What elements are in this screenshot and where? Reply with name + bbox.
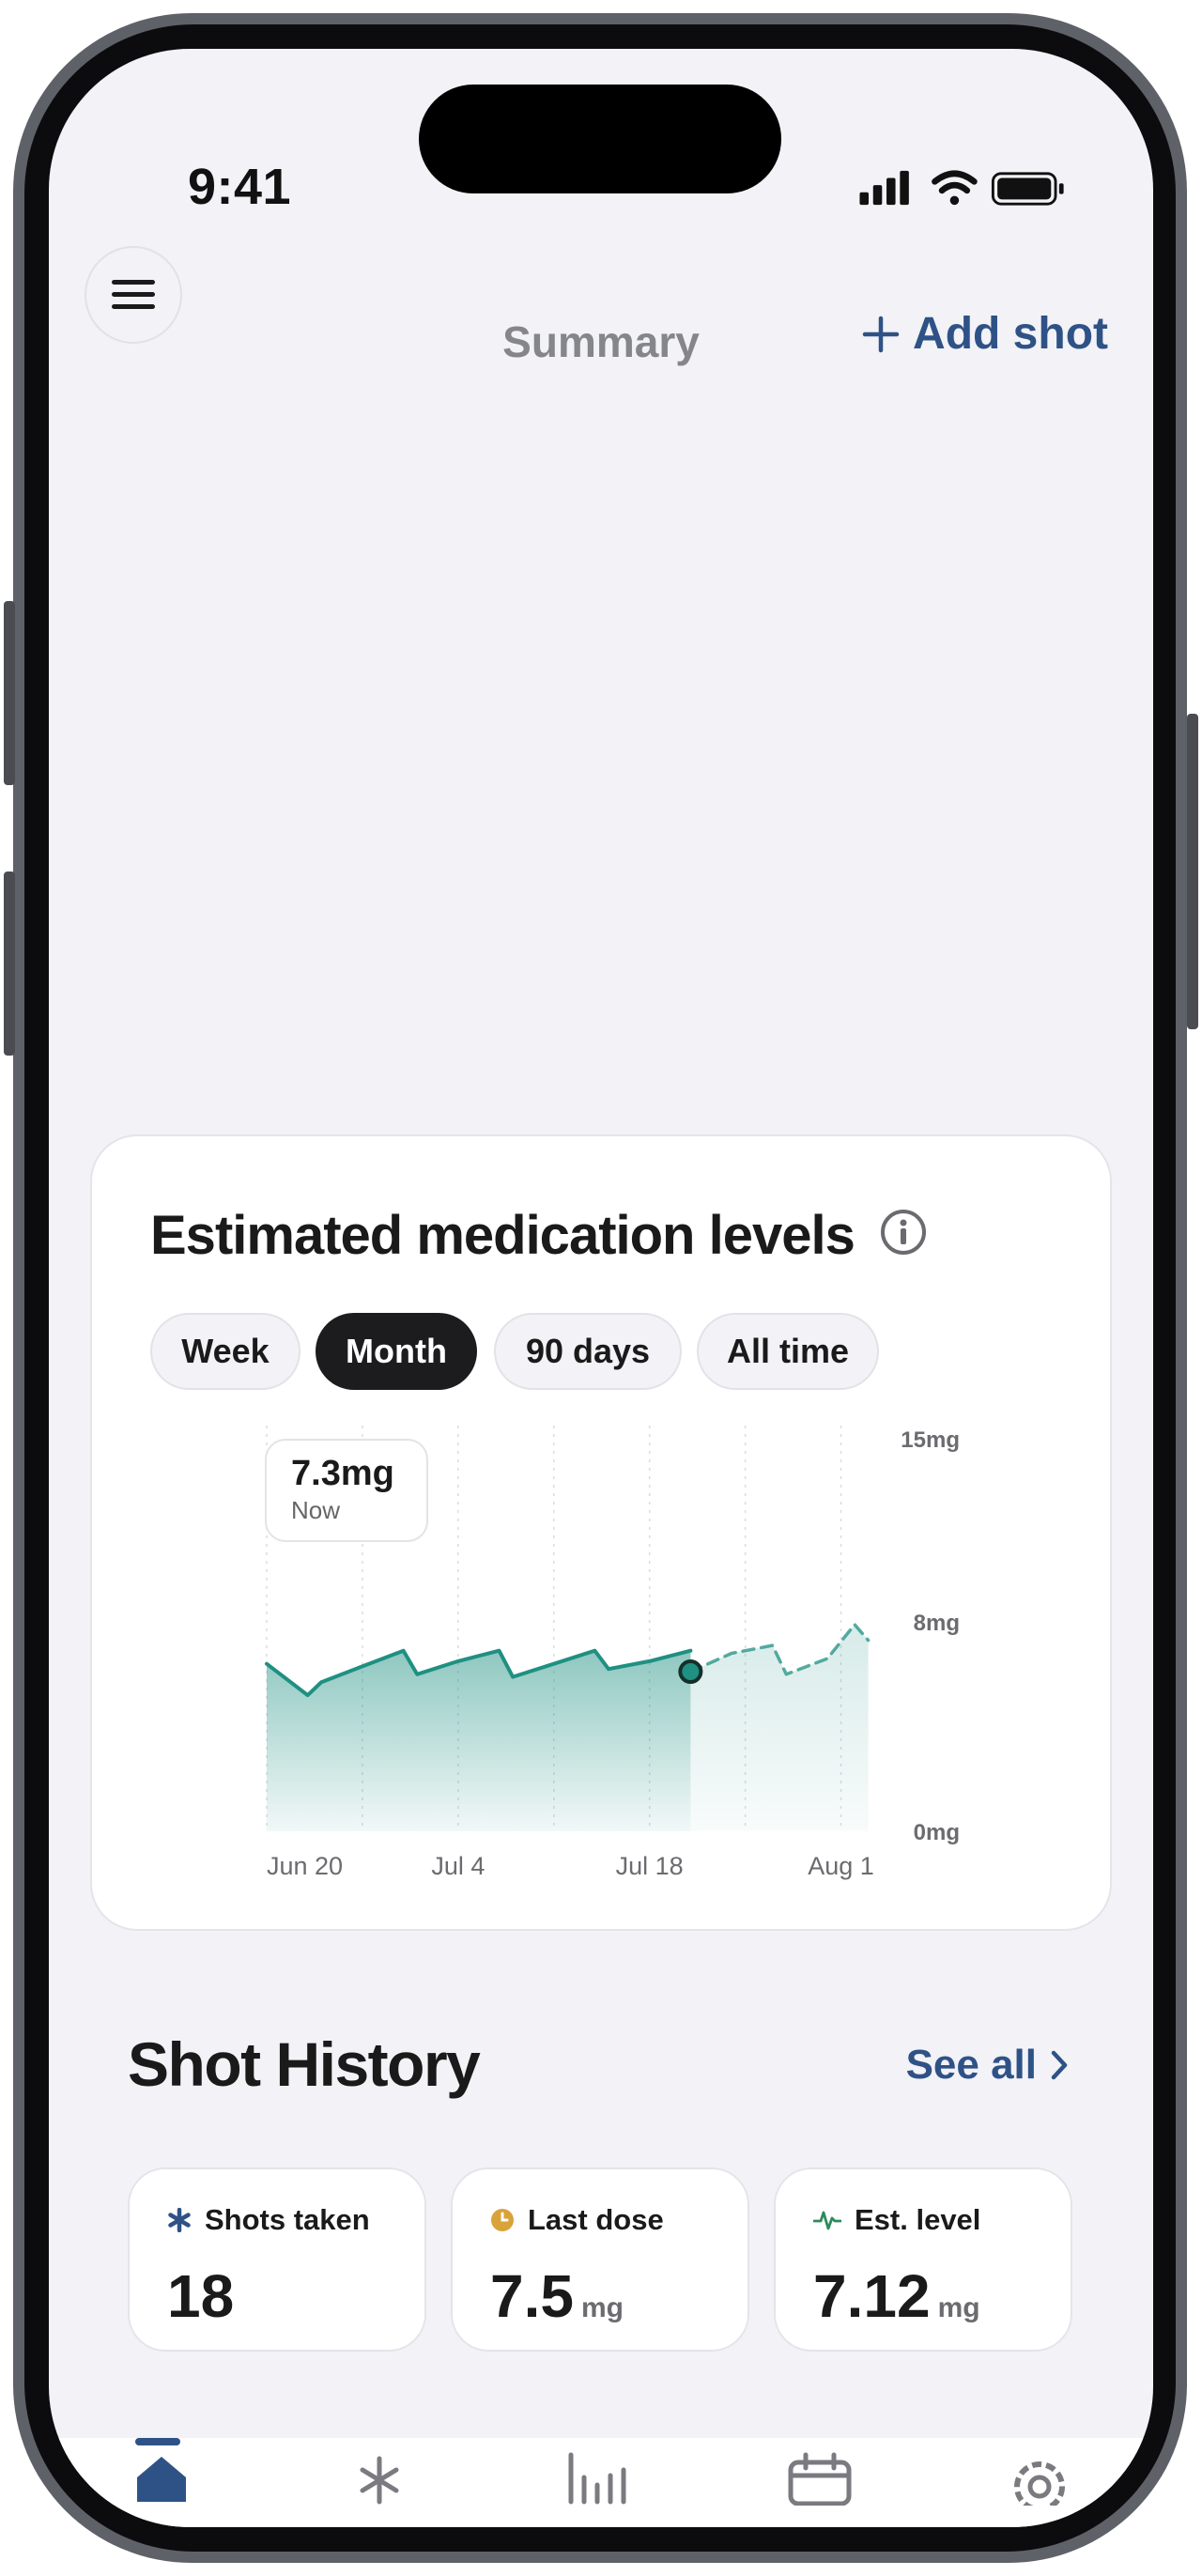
tab-home[interactable] — [133, 2449, 190, 2506]
x-tick-label: Aug 1 — [808, 1852, 874, 1880]
pulse-icon — [813, 2211, 841, 2230]
cellular-signal-icon — [859, 170, 909, 206]
wifi-icon — [932, 170, 978, 206]
tab-bar — [49, 2438, 1153, 2527]
tooltip-label: Now — [291, 1496, 341, 1524]
stat-value: 7.12 — [813, 2262, 931, 2330]
stat-value: 7.5 — [490, 2262, 574, 2330]
stat-value: 18 — [167, 2262, 235, 2330]
x-tick-label: Jul 18 — [616, 1852, 684, 1880]
current-point-marker — [678, 1659, 703, 1685]
shot-history-title: Shot History — [128, 2029, 481, 2099]
app-screen: 9:41 Summary Add shot Estimated medicati… — [49, 49, 1153, 2527]
battery-icon — [991, 172, 1064, 206]
chevron-right-icon — [1051, 2050, 1068, 2080]
dynamic-island — [419, 85, 781, 193]
clock-icon — [491, 2209, 514, 2231]
medication-levels-chart: 15mg 8mg 0mg Jun 20 Jul 4 Jul 18 Aug 1 — [265, 1426, 960, 1880]
tab-chart[interactable] — [565, 2449, 640, 2506]
stat-label: Shots taken — [205, 2203, 370, 2236]
stat-shots-taken[interactable]: Shots taken 18 — [128, 2167, 426, 2352]
stat-unit: mg — [580, 2292, 624, 2323]
tab-calendar[interactable] — [787, 2449, 853, 2506]
chart-tooltip: 7.3mg Now — [265, 1439, 428, 1542]
stat-est-level[interactable]: Est. level 7.12 mg — [774, 2167, 1072, 2352]
asterisk-icon — [168, 2208, 191, 2232]
y-tick-label: 15mg — [901, 1427, 960, 1453]
tooltip-value: 7.3mg — [291, 1454, 394, 1493]
plus-icon — [862, 316, 900, 352]
tab-settings[interactable] — [1007, 2449, 1072, 2506]
add-shot-label: Add shot — [913, 309, 1108, 359]
tab-active-indicator — [135, 2438, 180, 2445]
stat-label: Last dose — [528, 2203, 664, 2236]
x-tick-label: Jul 4 — [431, 1852, 485, 1880]
medication-levels-card: Estimated medication levels Week Month 9… — [90, 1134, 1112, 1931]
x-tick-label: Jun 20 — [267, 1852, 343, 1880]
series-area-projected — [690, 1624, 869, 1831]
status-time: 9:41 — [188, 159, 292, 215]
stat-last-dose[interactable]: Last dose 7.5 mg — [451, 2167, 749, 2352]
stat-label: Est. level — [855, 2203, 981, 2236]
side-button-power — [1187, 714, 1198, 1029]
see-all-label: See all — [905, 2042, 1037, 2088]
stat-unit: mg — [937, 2292, 980, 2323]
side-button-volume — [4, 872, 15, 1056]
hamburger-icon — [112, 280, 155, 309]
y-tick-label: 0mg — [914, 1820, 960, 1845]
side-button-action — [4, 601, 15, 785]
y-tick-label: 8mg — [914, 1611, 960, 1636]
add-shot-button[interactable]: Add shot — [862, 308, 1108, 360]
see-all-link[interactable]: See all — [906, 2042, 1069, 2089]
status-icons — [859, 170, 1064, 206]
tab-injection[interactable] — [351, 2449, 408, 2506]
